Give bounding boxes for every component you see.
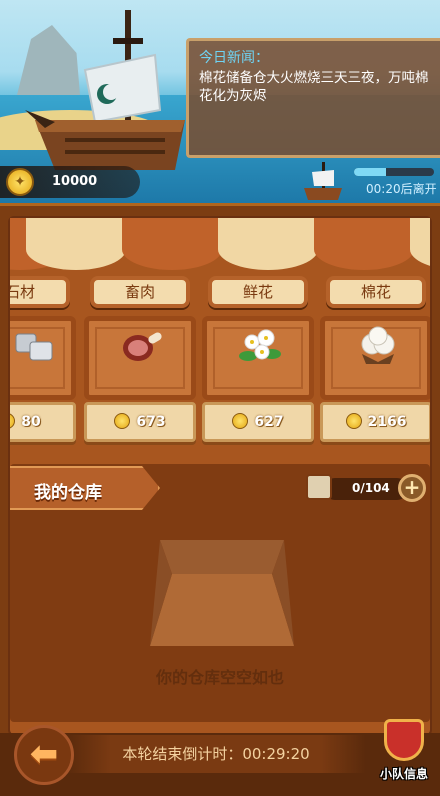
warehouse-panel: 我的仓库 0/104 + 你的仓库空空如也 — [10, 464, 430, 722]
cotton-icon — [361, 326, 395, 364]
goods-shelf: 石材 80 畜肉 673 鲜花 627 棉花 2166 — [10, 272, 430, 452]
departure-status: 00:20后离开 — [300, 160, 440, 202]
empty-warehouse-text: 你的仓库空空如也 — [155, 668, 284, 687]
team-shield-icon — [384, 719, 424, 761]
team-info-label: 小队信息 — [379, 767, 428, 781]
goods-price: 2166 — [320, 402, 430, 442]
goods-label: 畜肉 — [90, 276, 190, 308]
departure-progress — [354, 168, 434, 176]
flower-icon — [239, 329, 281, 361]
back-button[interactable]: ⬅ — [14, 725, 74, 785]
pirate-ship-icon — [25, 10, 185, 170]
news-panel: 今日新闻： 棉花储备仓大火燃烧三天三夜，万吨棉花化为灰烬 — [186, 38, 440, 158]
coin-icon: ✦ — [6, 168, 34, 196]
awning — [10, 218, 430, 270]
warehouse-capacity: 0/104 + — [306, 472, 426, 504]
empty-crate-icon — [150, 540, 294, 646]
warehouse-icon — [306, 474, 332, 500]
bottom-bar: 本轮结束倒计时：00:29:20 ⬅ 小队信息 — [0, 719, 440, 796]
goods-item-cotton[interactable]: 棉花 2166 — [320, 272, 430, 452]
goods-label: 石材 — [10, 276, 70, 308]
goods-item-stone[interactable]: 石材 80 — [10, 272, 76, 452]
stone-icon — [15, 333, 53, 361]
team-info-button[interactable]: 小队信息 — [372, 719, 436, 793]
goods-price: 80 — [10, 402, 76, 442]
harbor-scene: 今日新闻： 棉花储备仓大火燃烧三天三夜，万吨棉花化为灰烬 ✦ 10000 00:… — [0, 0, 440, 205]
coin-balance: ✦ 10000 — [0, 166, 140, 198]
warehouse-tab[interactable]: 我的仓库 — [10, 466, 160, 510]
market-board: 石材 80 畜肉 673 鲜花 627 棉花 2166 我的仓库 0/104 +… — [0, 203, 440, 736]
capacity-text: 0/104 — [352, 481, 390, 495]
goods-price: 627 — [202, 402, 314, 442]
news-title: 今日新闻： — [199, 50, 269, 66]
news-body: 棉花储备仓大火燃烧三天三夜，万吨棉花化为灰烬 — [199, 70, 429, 104]
goods-item-flower[interactable]: 鲜花 627 — [202, 272, 314, 452]
goods-label: 鲜花 — [208, 276, 308, 308]
back-arrow-icon: ⬅ — [29, 734, 59, 774]
coin-value: 10000 — [52, 174, 98, 189]
ship-icon — [304, 162, 342, 200]
goods-label: 棉花 — [326, 276, 426, 308]
warehouse-title: 我的仓库 — [34, 483, 102, 503]
expand-capacity-button[interactable]: + — [398, 474, 426, 502]
departure-time: 00:20后离开 — [366, 182, 437, 196]
goods-item-meat[interactable]: 畜肉 673 — [84, 272, 196, 452]
round-countdown: 本轮结束倒计时：00:29:20 — [66, 735, 366, 773]
meat-icon — [123, 332, 162, 361]
goods-price: 673 — [84, 402, 196, 442]
